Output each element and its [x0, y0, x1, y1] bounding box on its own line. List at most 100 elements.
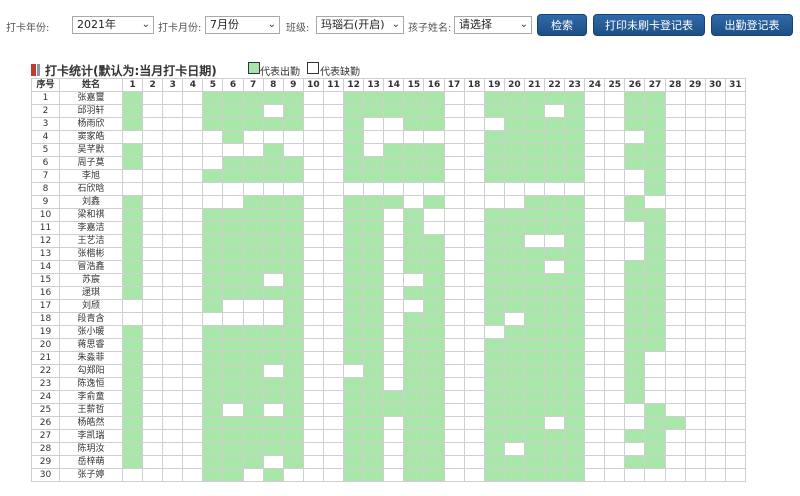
day-cell-present	[543, 117, 566, 131]
day-cell-absent	[664, 442, 686, 456]
day-cell-absent	[584, 364, 606, 378]
day-cell-present	[282, 442, 304, 456]
day-cell-present	[242, 156, 264, 170]
day-cell-absent	[644, 390, 666, 404]
day-cell-absent	[443, 117, 465, 131]
day-cell-present	[121, 455, 144, 469]
child-name: 勾郑阳	[59, 364, 123, 378]
day-cell-present	[242, 260, 264, 274]
day-cell-present	[403, 247, 425, 261]
child-name-select[interactable]: 请选择 ⌄	[454, 16, 532, 34]
day-cell-absent	[443, 195, 465, 209]
day-cell-present	[423, 273, 445, 287]
day-cell-absent	[162, 260, 184, 274]
month-select[interactable]: 7月份 ⌄	[205, 16, 280, 34]
day-cell-absent	[383, 455, 405, 469]
table-row: 4 窦家皓	[31, 130, 746, 144]
day-cell-absent	[222, 312, 244, 326]
day-cell-absent	[443, 351, 465, 365]
day-cell-absent	[584, 117, 606, 131]
day-cell-absent	[604, 468, 626, 482]
print-unswiped-button[interactable]: 打印未刷卡登记表	[593, 14, 705, 36]
day-cell-absent	[162, 468, 184, 482]
day-cell-absent	[262, 299, 284, 313]
day-cell-absent	[724, 312, 746, 326]
day-cell-absent	[584, 351, 606, 365]
day-cell-absent	[262, 130, 284, 144]
day-cell-present	[262, 143, 284, 157]
row-index: 7	[31, 169, 60, 183]
day-cell-present	[121, 247, 144, 261]
day-cell-absent	[383, 299, 405, 313]
day-cell-present	[222, 429, 244, 443]
day-cell-present	[644, 208, 666, 222]
day-cell-absent	[604, 182, 626, 196]
day-cell-absent	[443, 221, 465, 235]
day-cell-absent	[343, 364, 365, 378]
table-row: 27 李凯瑞	[31, 429, 746, 443]
day-cell-absent	[182, 286, 204, 300]
day-cell-absent	[443, 273, 465, 287]
day-cell-present	[202, 299, 224, 313]
day-cell-present	[403, 221, 425, 235]
day-cell-present	[644, 247, 666, 261]
day-cell-present	[242, 169, 264, 183]
year-select[interactable]: 2021年 ⌄	[72, 16, 154, 34]
day-cell-absent	[664, 403, 686, 417]
day-cell-absent	[604, 429, 626, 443]
day-cell-absent	[322, 221, 345, 235]
day-cell-present	[523, 286, 545, 300]
day-cell-absent	[684, 325, 706, 339]
day-cell-absent	[704, 416, 726, 430]
day-cell-present	[503, 221, 525, 235]
day-cell-absent	[322, 273, 345, 287]
day-cell-absent	[182, 130, 204, 144]
day-cell-present	[242, 91, 264, 105]
day-cell-absent	[584, 468, 606, 482]
day-cell-absent	[503, 195, 525, 209]
day-cell-present	[242, 390, 264, 404]
day-cell-present	[564, 104, 586, 118]
day-cell-absent	[724, 143, 746, 157]
day-cell-absent	[584, 130, 606, 144]
day-cell-absent	[322, 104, 345, 118]
table-row: 17 刘颀	[31, 299, 746, 313]
day-cell-absent	[322, 403, 345, 417]
row-index: 22	[31, 364, 60, 378]
day-cell-absent	[182, 299, 204, 313]
day-cell-present	[242, 286, 264, 300]
attendance-register-button[interactable]: 出勤登记表	[711, 14, 793, 36]
day-cell-present	[202, 208, 224, 222]
day-cell-absent	[664, 312, 686, 326]
class-select[interactable]: 玛瑙石(开启) ⌄	[316, 16, 404, 34]
column-header-name: 姓名	[59, 78, 123, 92]
day-cell-present	[564, 299, 586, 313]
day-cell-present	[343, 312, 365, 326]
day-cell-absent	[604, 130, 626, 144]
day-cell-absent	[724, 325, 746, 339]
day-cell-absent	[684, 247, 706, 261]
day-cell-present	[423, 234, 445, 248]
day-cell-present	[242, 234, 264, 248]
table-row: 10 梁和祺	[31, 208, 746, 222]
day-cell-present	[363, 416, 385, 430]
search-button[interactable]: 检索	[537, 14, 587, 36]
day-cell-present	[624, 195, 646, 209]
day-cell-absent	[142, 169, 164, 183]
day-cell-present	[483, 143, 505, 157]
day-cell-absent	[162, 312, 184, 326]
day-cell-present	[523, 403, 545, 417]
day-cell-absent	[604, 442, 626, 456]
day-cell-present	[262, 468, 284, 482]
day-cell-present	[222, 91, 244, 105]
day-cell-present	[282, 416, 304, 430]
day-cell-absent	[604, 312, 626, 326]
day-cell-absent	[443, 403, 465, 417]
day-cell-present	[483, 390, 505, 404]
day-cell-absent	[624, 130, 646, 144]
day-cell-present	[523, 169, 545, 183]
day-cell-present	[282, 169, 304, 183]
day-cell-present	[403, 143, 425, 157]
day-cell-absent	[363, 182, 385, 196]
row-index: 27	[31, 429, 60, 443]
